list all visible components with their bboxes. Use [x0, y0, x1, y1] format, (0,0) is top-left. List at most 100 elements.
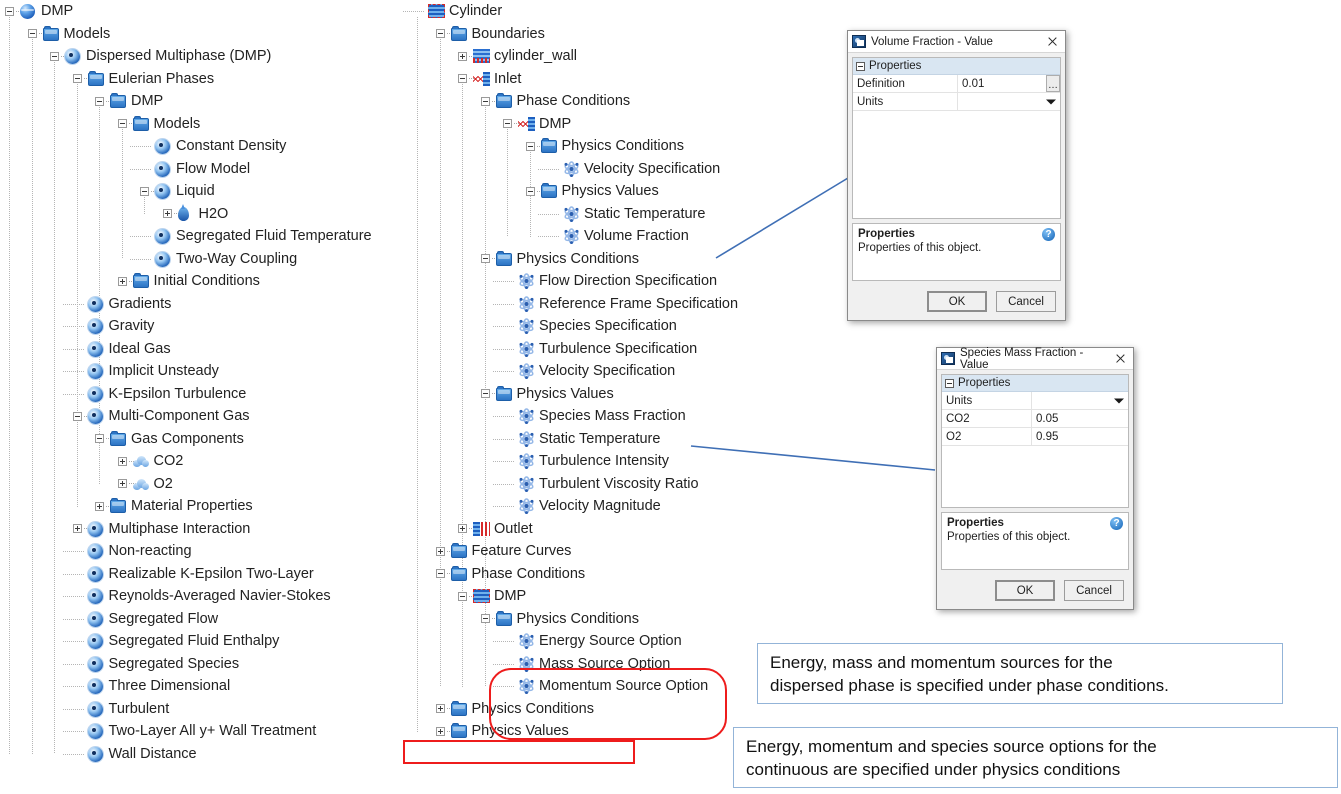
tree-item[interactable]: Segregated Flow — [0, 608, 392, 631]
collapse-icon[interactable] — [945, 378, 954, 388]
tree-item[interactable]: Flow Model — [0, 158, 392, 181]
tree-item[interactable]: Static Temperature — [408, 203, 808, 226]
tree-item[interactable]: H2O — [0, 203, 392, 226]
tree-item[interactable]: DMP — [0, 90, 392, 113]
tree-item[interactable]: Physics Conditions — [408, 608, 808, 631]
collapse-icon[interactable] — [435, 569, 445, 578]
tree-item[interactable]: Gradients — [0, 293, 392, 316]
table-row[interactable]: O2 0.95 — [942, 428, 1128, 446]
collapse-icon[interactable] — [5, 6, 14, 16]
expand-icon[interactable] — [162, 209, 172, 218]
expand-icon[interactable] — [435, 726, 445, 736]
tree-item[interactable]: Multi-Component Gas — [0, 405, 392, 428]
tree-item[interactable]: Segregated Species — [0, 653, 392, 676]
species-mass-fraction-dialog[interactable]: Species Mass Fraction - Value Properties… — [936, 347, 1134, 610]
tree-item[interactable]: Reference Frame Specification — [408, 293, 808, 316]
expand-icon[interactable] — [117, 479, 127, 488]
help-icon[interactable]: ? — [1042, 228, 1055, 241]
tree-item[interactable]: Physics Values — [408, 383, 808, 406]
tree-item[interactable]: Energy Source Option — [408, 630, 808, 653]
tree-item[interactable]: Velocity Specification — [408, 158, 808, 181]
collapse-icon[interactable] — [480, 614, 490, 623]
properties-group-header[interactable]: Properties — [853, 58, 1060, 75]
tree-item[interactable]: Turbulent Viscosity Ratio — [408, 473, 808, 496]
collapse-icon[interactable] — [480, 389, 490, 398]
tree-item[interactable]: Outlet — [408, 518, 808, 541]
tree-item[interactable]: Multiphase Interaction — [0, 518, 392, 541]
tree-item[interactable]: Material Properties — [0, 495, 392, 518]
collapse-icon[interactable] — [525, 186, 535, 196]
tree-item[interactable]: Species Specification — [408, 315, 808, 338]
property-value[interactable]: 0.95 — [1032, 428, 1128, 445]
tree-item[interactable]: Two-Layer All y+ Wall Treatment — [0, 720, 392, 743]
properties-grid[interactable]: Properties Definition 0.01 … Units — [852, 57, 1061, 219]
tree-item[interactable]: Ideal Gas — [0, 338, 392, 361]
expand-icon[interactable] — [72, 524, 82, 533]
tree-item[interactable]: Models — [0, 113, 392, 136]
tree-item[interactable]: Reynolds-Averaged Navier-Stokes — [0, 585, 392, 608]
collapse-icon[interactable] — [480, 96, 490, 106]
close-icon[interactable] — [1044, 33, 1061, 50]
tree-item[interactable]: Velocity Specification — [408, 360, 808, 383]
tree-item[interactable]: Implicit Unsteady — [0, 360, 392, 383]
help-icon[interactable]: ? — [1110, 517, 1123, 530]
property-value[interactable]: 0.01 … — [958, 75, 1060, 92]
tree-item[interactable]: Species Mass Fraction — [408, 405, 808, 428]
collapse-icon[interactable] — [458, 591, 467, 601]
table-row[interactable]: Units — [942, 392, 1128, 410]
expand-icon[interactable] — [458, 524, 467, 533]
tree-item[interactable]: cylinder_wall — [408, 45, 808, 68]
tree-item[interactable]: Constant Density — [0, 135, 392, 158]
tree-item[interactable]: Flow Direction Specification — [408, 270, 808, 293]
expand-icon[interactable] — [95, 501, 104, 511]
tree-item[interactable]: Segregated Fluid Temperature — [0, 225, 392, 248]
expand-icon[interactable] — [117, 456, 127, 466]
tree-item[interactable]: Liquid — [0, 180, 392, 203]
properties-group-header[interactable]: Properties — [942, 375, 1128, 392]
property-value[interactable]: 0.05 — [1032, 410, 1128, 427]
tree-item[interactable]: O2 — [0, 473, 392, 496]
tree-item[interactable]: Boundaries — [408, 23, 808, 46]
tree-item[interactable]: Turbulence Specification — [408, 338, 808, 361]
properties-grid[interactable]: Properties Units CO2 0.05 O2 0.95 — [941, 374, 1129, 508]
close-icon[interactable] — [1112, 350, 1129, 367]
tree-item[interactable]: Three Dimensional — [0, 675, 392, 698]
tree-item[interactable]: Physics Conditions — [408, 135, 808, 158]
tree-item[interactable]: Phase Conditions — [408, 563, 808, 586]
collapse-icon[interactable] — [458, 74, 467, 83]
cancel-button[interactable]: Cancel — [996, 291, 1056, 312]
ok-button[interactable]: OK — [927, 291, 987, 312]
collapse-icon[interactable] — [525, 141, 535, 151]
tree-item[interactable]: Models — [0, 23, 392, 46]
tree-item[interactable]: Initial Conditions — [0, 270, 392, 293]
chevron-down-icon[interactable] — [1114, 398, 1124, 403]
collapse-icon[interactable] — [503, 119, 512, 128]
tree-item[interactable]: Gravity — [0, 315, 392, 338]
expand-icon[interactable] — [117, 276, 127, 286]
property-value[interactable] — [1032, 392, 1128, 409]
collapse-icon[interactable] — [95, 434, 104, 443]
chevron-down-icon[interactable] — [1046, 99, 1056, 104]
tree-item[interactable]: Static Temperature — [408, 428, 808, 451]
tree-item[interactable]: K-Epsilon Turbulence — [0, 383, 392, 406]
expand-icon[interactable] — [435, 546, 445, 556]
collapse-icon[interactable] — [95, 96, 104, 106]
tree-item[interactable]: Physics Values — [408, 180, 808, 203]
property-value[interactable] — [958, 93, 1060, 110]
collapse-icon[interactable] — [140, 186, 149, 196]
collapse-icon[interactable] — [480, 254, 490, 263]
collapse-icon[interactable] — [72, 74, 82, 83]
tree-item[interactable]: Turbulence Intensity — [408, 450, 808, 473]
expand-icon[interactable] — [458, 51, 467, 61]
tree-item[interactable]: Cylinder — [403, 0, 808, 23]
tree-item[interactable]: CO2 — [0, 450, 392, 473]
tree-item[interactable]: Velocity Magnitude — [408, 495, 808, 518]
collapse-icon[interactable] — [117, 119, 127, 128]
tree-item[interactable]: Inlet — [408, 68, 808, 91]
collapse-icon[interactable] — [72, 411, 82, 421]
ok-button[interactable]: OK — [995, 580, 1055, 601]
tree-item[interactable]: DMP — [408, 113, 808, 136]
tree-item[interactable]: Two-Way Coupling — [0, 248, 392, 271]
tree-item[interactable]: Wall Distance — [0, 743, 392, 766]
tree-item[interactable]: Dispersed Multiphase (DMP) — [0, 45, 392, 68]
